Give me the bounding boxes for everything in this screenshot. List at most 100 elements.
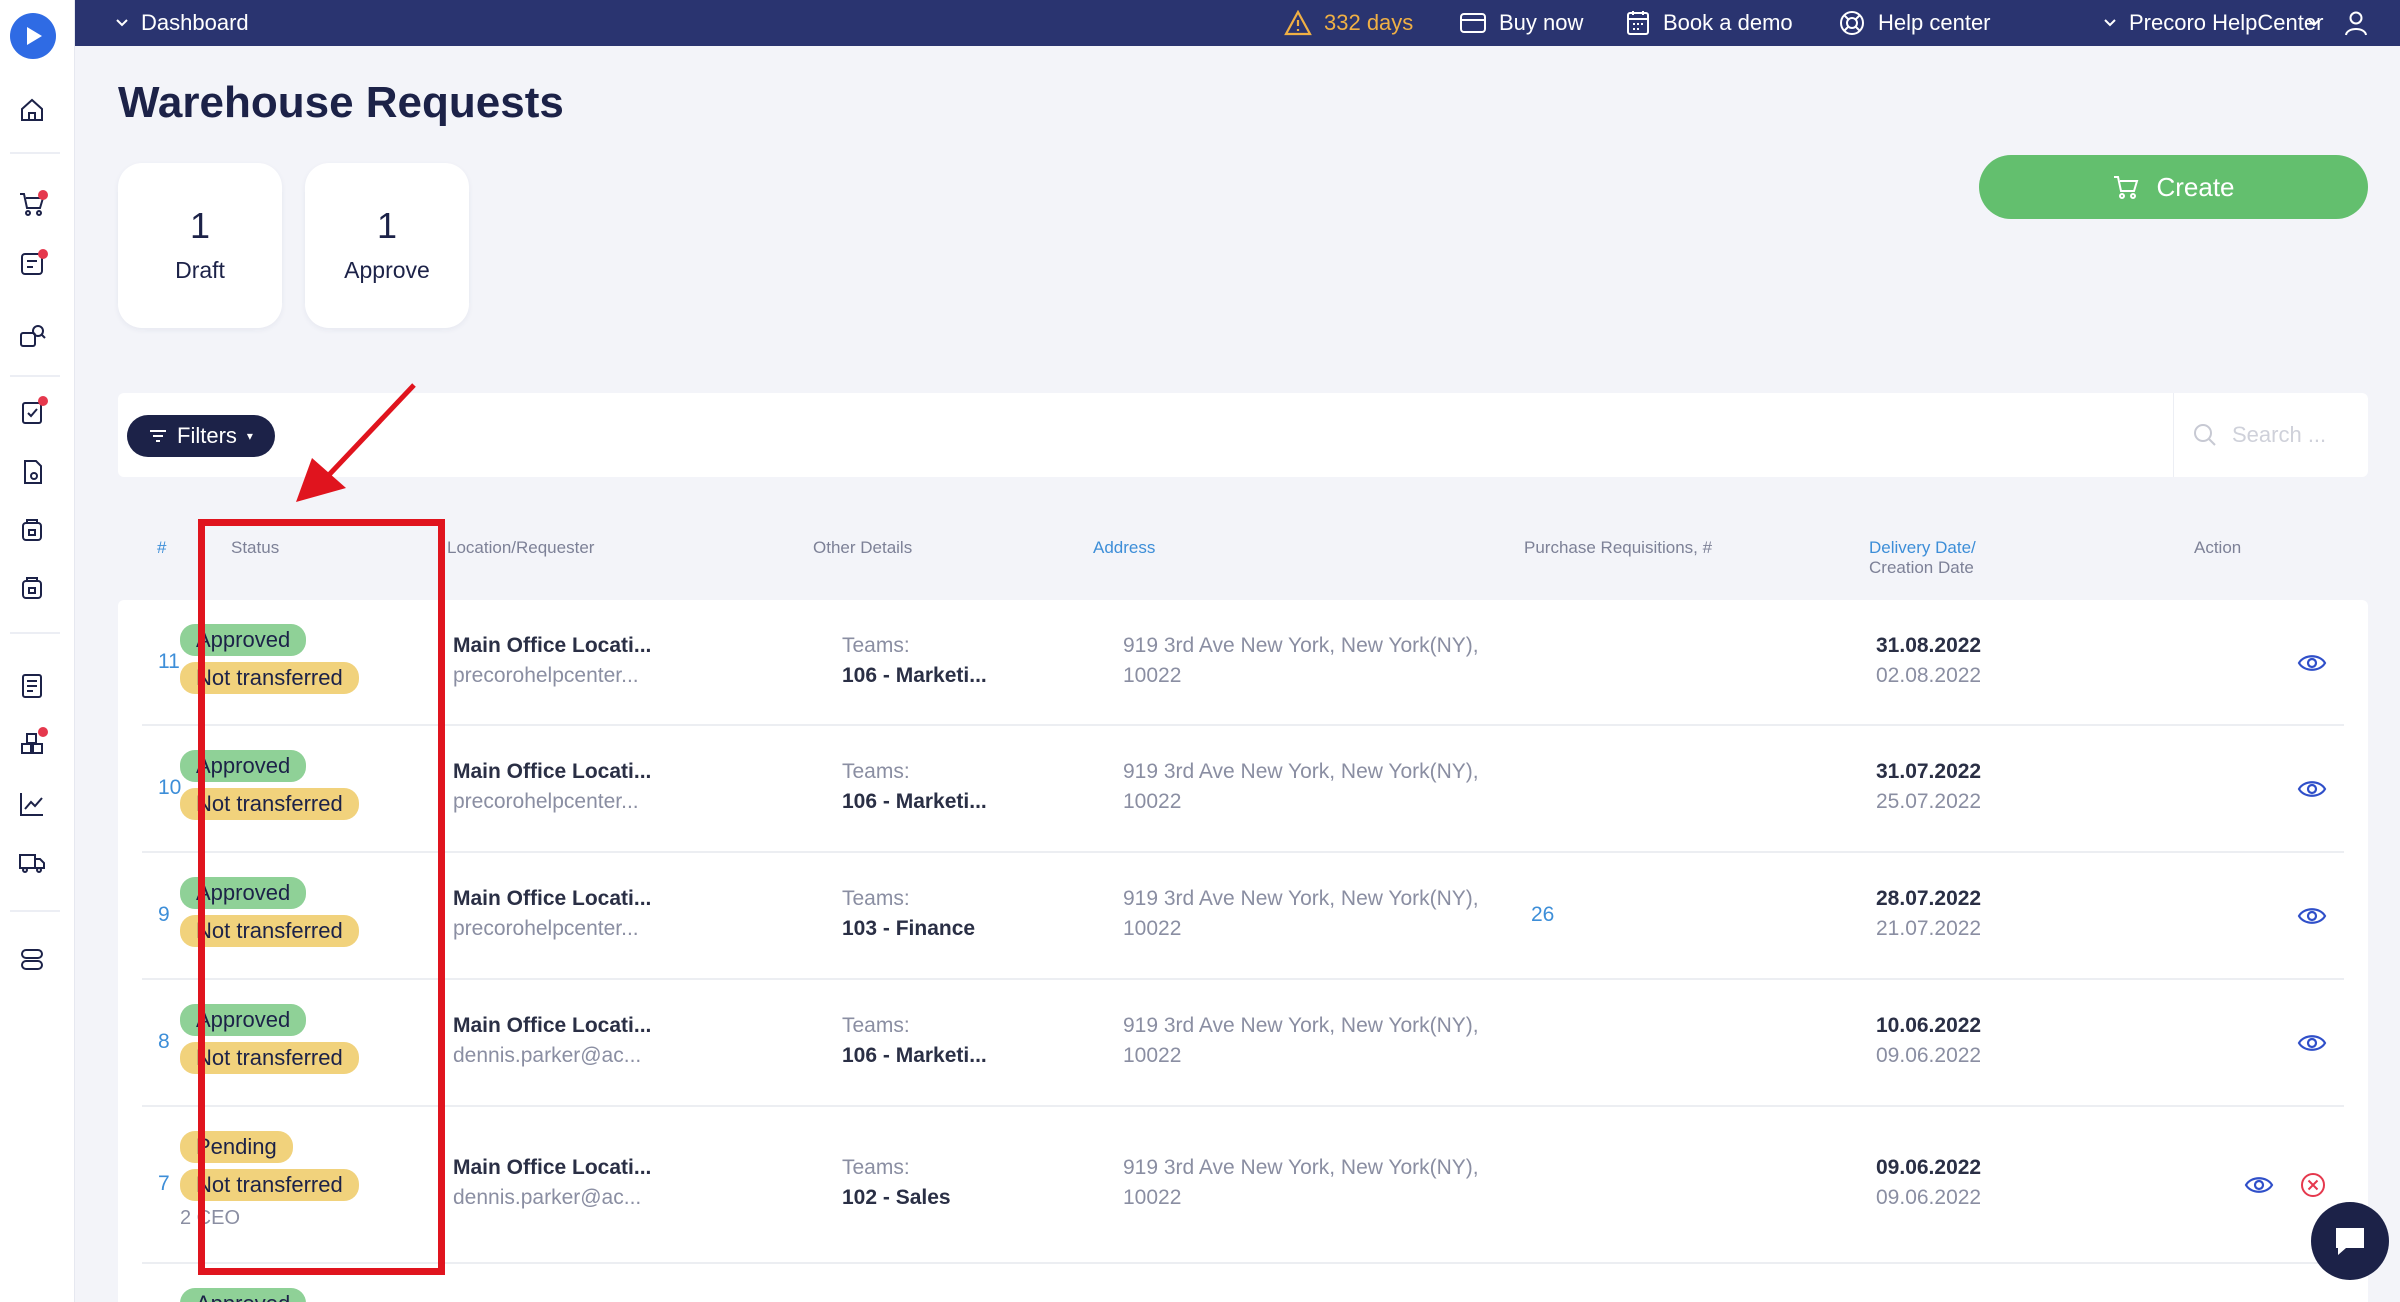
delivery-date: 28.07.2022 <box>1876 887 1982 910</box>
cancel-icon[interactable] <box>2299 1171 2327 1199</box>
view-eye-icon[interactable] <box>2297 905 2327 927</box>
creation-date: 21.07.2022 <box>1876 917 1982 940</box>
warehouse-request-icon[interactable] <box>14 570 50 606</box>
view-eye-icon[interactable] <box>2297 778 2327 800</box>
column-header-creation-date[interactable]: Creation Date <box>1869 558 1974 578</box>
address-zip: 10022 <box>1123 917 1182 940</box>
document-settings-icon[interactable] <box>14 454 50 490</box>
table-row[interactable]: 10 Approved Not transferred Main Office … <box>142 726 2344 853</box>
company-switcher[interactable]: Precoro HelpCenter <box>2103 0 2323 46</box>
dashboard-label: Dashboard <box>141 10 249 35</box>
location: Main Office Locati... <box>453 760 652 783</box>
column-header-delivery-date[interactable]: Delivery Date/ <box>1869 538 1976 558</box>
purchase-requisition-link[interactable]: 26 <box>1531 903 1554 927</box>
status-cell: Approved <box>180 1288 307 1302</box>
location: Main Office Locati... <box>453 634 652 657</box>
team: 106 - Marketi... <box>842 1044 987 1067</box>
table-row[interactable]: 9 Approved Not transferred Main Office L… <box>142 853 2344 980</box>
view-eye-icon[interactable] <box>2297 652 2327 674</box>
view-eye-icon[interactable] <box>2297 1032 2327 1054</box>
stat-label: Draft <box>175 257 225 283</box>
chat-support-button[interactable] <box>2311 1202 2389 1280</box>
column-header-index[interactable]: # <box>157 538 166 558</box>
precoro-logo[interactable] <box>10 13 56 59</box>
column-header-other-details[interactable]: Other Details <box>813 538 912 558</box>
delivery-icon[interactable] <box>14 844 50 880</box>
requester: precorohelpcenter... <box>453 790 639 813</box>
teams-label: Teams: <box>842 887 910 910</box>
requester: dennis.parker@ac... <box>453 1186 642 1209</box>
sidebar <box>0 0 75 1302</box>
create-label: Create <box>2156 171 2235 202</box>
teams-label: Teams: <box>842 1156 910 1179</box>
book-demo-link[interactable]: Book a demo <box>1625 0 1793 46</box>
chevron-down-icon <box>2308 19 2320 27</box>
address-zip: 10022 <box>1123 1044 1182 1067</box>
top-bar: Dashboard 332 days Buy now Book a demo H… <box>75 0 2400 46</box>
page-title: Warehouse Requests <box>118 78 564 127</box>
row-index[interactable]: 10 <box>158 776 181 800</box>
address-zip: 10022 <box>1123 1186 1182 1209</box>
row-index[interactable]: 9 <box>158 903 170 927</box>
teams-label: Teams: <box>842 760 910 783</box>
table-row[interactable]: 8 Approved Not transferred Main Office L… <box>142 980 2344 1107</box>
annotation-highlight-box <box>198 519 445 1275</box>
row-index[interactable]: 11 <box>158 650 180 674</box>
address-zip: 10022 <box>1123 664 1182 687</box>
table-row[interactable]: 7 Pending Not transferred 2 CEO Main Off… <box>142 1107 2344 1264</box>
book-demo-label: Book a demo <box>1663 10 1793 35</box>
team: 102 - Sales <box>842 1186 951 1209</box>
requester: precorohelpcenter... <box>453 664 639 687</box>
home-icon[interactable] <box>14 92 50 128</box>
search-icon <box>2194 424 2216 446</box>
location: Main Office Locati... <box>453 887 652 910</box>
filters-label: Filters <box>177 423 237 448</box>
stat-count: 1 <box>376 205 398 246</box>
help-center-label: Help center <box>1878 10 1991 35</box>
trial-days: 332 days <box>1324 10 1414 35</box>
address-line: 919 3rd Ave New York, New York(NY), <box>1123 1014 1479 1037</box>
budget-icon[interactable] <box>14 668 50 704</box>
filter-bar: Filters ▾ <box>118 393 2368 477</box>
view-eye-icon[interactable] <box>2244 1174 2274 1196</box>
dashboard-menu[interactable]: Dashboard <box>115 0 249 46</box>
row-index[interactable]: 7 <box>158 1172 170 1196</box>
trial-days-indicator[interactable]: 332 days <box>1284 0 1413 46</box>
stat-card-approve[interactable]: 1 Approve <box>305 163 469 328</box>
integrations-icon[interactable] <box>14 941 50 977</box>
team: 106 - Marketi... <box>842 664 987 687</box>
column-header-location[interactable]: Location/Requester <box>447 538 594 558</box>
row-index[interactable]: 8 <box>158 1030 170 1054</box>
stat-label: Approve <box>344 257 430 283</box>
table-row[interactable]: Approved <box>142 1264 2344 1302</box>
creation-date: 02.08.2022 <box>1876 664 1982 687</box>
column-header-address[interactable]: Address <box>1093 538 1155 558</box>
chevron-down-icon: ▾ <box>246 429 253 443</box>
search-input[interactable] <box>2232 422 2362 448</box>
chevron-down-icon <box>2104 19 2116 27</box>
help-center-link[interactable]: Help center <box>1838 0 1991 46</box>
team: 106 - Marketi... <box>842 790 987 813</box>
location: Main Office Locati... <box>453 1014 652 1037</box>
lifebuoy-icon <box>1840 11 1864 35</box>
stat-count: 1 <box>189 205 211 246</box>
column-header-purchase-requisitions[interactable]: Purchase Requisitions, # <box>1524 538 1712 558</box>
teams-label: Teams: <box>842 1014 910 1037</box>
filters-button[interactable]: Filters ▾ <box>127 415 275 457</box>
buy-now-link[interactable]: Buy now <box>1459 0 1583 46</box>
teams-label: Teams: <box>842 634 910 657</box>
stat-card-draft[interactable]: 1 Draft <box>118 163 282 328</box>
create-button[interactable]: Create <box>1979 155 2368 219</box>
table-row[interactable]: 11 Approved Not transferred Main Office … <box>142 600 2344 726</box>
supplier-search-icon[interactable] <box>14 318 50 354</box>
delivery-date: 10.06.2022 <box>1876 1014 1982 1037</box>
user-menu[interactable] <box>2307 0 2381 46</box>
warehouse-icon[interactable] <box>14 512 50 548</box>
user-icon <box>2345 11 2367 36</box>
buy-now-label: Buy now <box>1499 10 1584 35</box>
warning-icon <box>1284 10 1312 36</box>
address-line: 919 3rd Ave New York, New York(NY), <box>1123 760 1479 783</box>
analytics-icon[interactable] <box>14 786 50 822</box>
column-header-action: Action <box>2194 538 2242 557</box>
address-line: 919 3rd Ave New York, New York(NY), <box>1123 1156 1479 1179</box>
